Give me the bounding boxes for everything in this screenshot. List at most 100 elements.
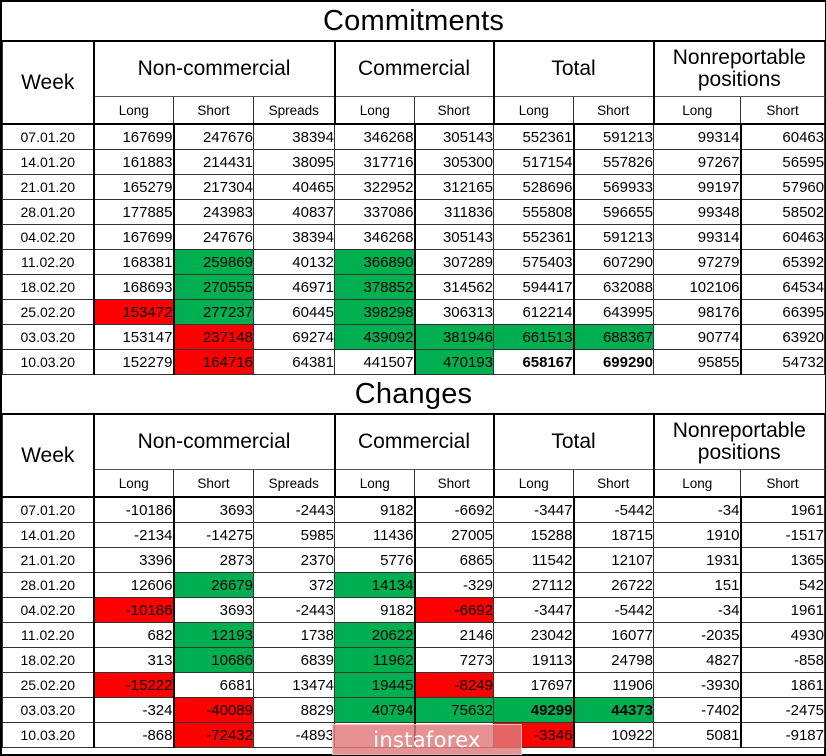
data-cell: 54732 [739, 349, 826, 375]
data-cell: 307289 [413, 249, 494, 275]
column-subheader: Short [414, 469, 494, 498]
data-cell: -2443 [253, 597, 335, 623]
column-subheader: Spreads [253, 469, 335, 498]
data-cell: 65392 [739, 249, 826, 275]
data-cell: 153147 [93, 324, 174, 350]
data-cell: -4893 [253, 722, 335, 748]
data-cell: 168693 [93, 274, 174, 300]
data-cell: -2134 [93, 522, 174, 548]
data-cell: 552361 [493, 224, 574, 250]
data-cell: 102106 [653, 274, 741, 300]
data-cell: -15222 [93, 672, 174, 698]
data-cell: 4827 [653, 647, 741, 673]
data-cell: 5985 [253, 522, 335, 548]
data-cell: 378852 [334, 274, 415, 300]
data-cell: 66395 [739, 299, 826, 325]
data-cell: 470193 [413, 349, 494, 375]
cot-report-page: Commitments Week Non-commercial Commercial T… [0, 0, 826, 756]
data-cell: 7273 [413, 647, 494, 673]
data-cell: 11542 [493, 547, 574, 573]
data-cell: 612214 [493, 299, 574, 325]
data-cell: 99348 [653, 199, 741, 225]
data-cell: 372 [253, 572, 335, 598]
column-subheader: Long [92, 469, 174, 498]
data-cell: -10186 [93, 597, 174, 623]
data-cell: 557826 [572, 149, 654, 175]
table-row: 25.02.20 -15222 6681 13474 19445 -8249 17697 11… [2, 672, 825, 698]
data-cell: 607290 [572, 249, 654, 275]
data-cell: 12606 [93, 572, 174, 598]
data-cell: 97267 [653, 149, 741, 175]
data-cell: 259869 [172, 249, 254, 275]
data-cell: 64534 [739, 274, 826, 300]
data-cell: 441507 [334, 349, 415, 375]
column-header-week: Week [2, 413, 94, 498]
column-subheader: Short [573, 96, 654, 125]
data-cell: 167699 [93, 123, 174, 150]
data-cell: 6681 [172, 672, 254, 698]
column-subheader: Short [173, 96, 254, 125]
data-cell: 20622 [334, 622, 415, 648]
data-cell: -34 [653, 496, 741, 523]
data-cell: 277237 [172, 299, 254, 325]
column-subheader: Short [573, 469, 654, 498]
column-group-header: Total [492, 40, 654, 97]
data-cell: 15288 [493, 522, 574, 548]
data-cell: -329 [413, 572, 494, 598]
column-subheader: Spreads [253, 96, 335, 125]
data-cell: 317716 [334, 149, 415, 175]
data-cell: 1961 [739, 496, 825, 523]
data-cell: 40132 [253, 249, 335, 275]
data-cell: 1861 [739, 672, 825, 698]
table-row: 11.02.20 168381 259869 40132 366890 307289 575… [2, 249, 826, 275]
column-subheader: Long [652, 469, 741, 498]
data-cell: 60463 [739, 123, 826, 150]
row-week-label: 04.02.20 [2, 597, 95, 623]
table-row: 04.02.20 167699 247676 38394 346268 305143 552… [2, 224, 826, 250]
data-cell: 661513 [493, 324, 574, 350]
table-row: 21.01.20 165279 217304 40465 322952 312165 528… [2, 174, 826, 200]
data-cell: 151 [653, 572, 741, 598]
data-cell: -6692 [413, 597, 494, 623]
data-cell: -9187 [739, 722, 825, 748]
data-cell: 38095 [253, 149, 335, 175]
data-cell: 591213 [572, 123, 654, 150]
table-row: 21.01.20 3396 2873 2370 5776 6865 11542 12107 19… [2, 547, 825, 573]
data-cell: 632088 [572, 274, 654, 300]
data-cell: 12193 [172, 622, 254, 648]
data-cell: 11436 [334, 522, 415, 548]
data-cell: 247676 [172, 123, 254, 150]
table-row: 18.02.20 168693 270555 46971 378852 314562 594… [2, 274, 826, 300]
watermark-label: instaforex [373, 727, 481, 752]
data-cell: 346268 [334, 123, 415, 150]
data-cell: 27112 [493, 572, 574, 598]
table-row: 07.01.20 -10186 3693 -2443 9182 -6692 -3447 -54… [2, 496, 825, 523]
data-cell: 6839 [253, 647, 335, 673]
row-week-label: 14.01.20 [2, 522, 95, 548]
data-cell: 305143 [413, 123, 494, 150]
data-cell: 237148 [172, 324, 254, 350]
data-cell: 97279 [653, 249, 741, 275]
column-group-header: Commercial [333, 40, 494, 97]
data-cell: 217304 [172, 174, 254, 200]
row-week-label: 07.01.20 [2, 123, 95, 150]
data-cell: 60463 [739, 224, 826, 250]
data-cell: -5442 [572, 597, 654, 623]
row-week-label: 11.02.20 [2, 249, 95, 275]
column-subheader: Long [492, 96, 574, 125]
column-group-header: Non-commercial [92, 413, 335, 470]
column-header-week: Week [2, 40, 94, 125]
data-cell: 40794 [334, 697, 415, 723]
table-row: 28.01.20 12606 26679 372 14134 -329 27112 26722… [2, 572, 825, 598]
data-cell: 99197 [653, 174, 741, 200]
data-cell: 14134 [334, 572, 415, 598]
data-cell: -10186 [93, 496, 174, 523]
data-cell: 40837 [253, 199, 335, 225]
data-cell: 4930 [739, 622, 825, 648]
row-week-label: 28.01.20 [2, 572, 95, 598]
data-cell: 643995 [572, 299, 654, 325]
column-subheader: Long [333, 469, 415, 498]
column-subheader: Short [739, 96, 826, 125]
column-group-header: Non-commercial [92, 40, 335, 97]
table-row: 25.02.20 153472 277237 60445 398298 306313 612… [2, 299, 826, 325]
